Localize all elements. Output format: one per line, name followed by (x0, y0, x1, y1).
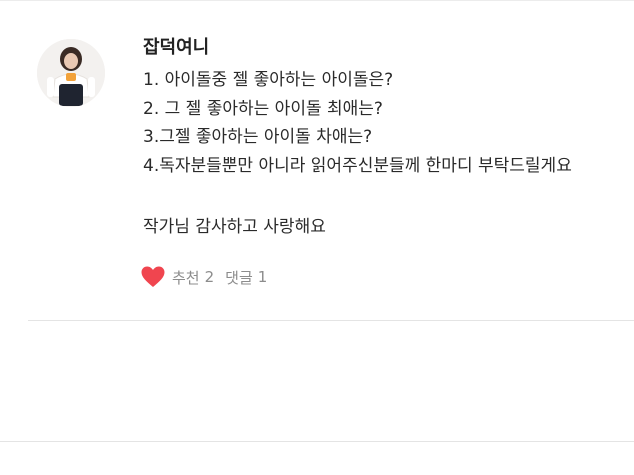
reply-label[interactable]: 댓글 (225, 267, 253, 288)
comment-line-4: 4.독자분들뿐만 아니라 읽어주신분들께 한마디 부탁드릴게요 (143, 155, 572, 176)
profile-photo-icon (37, 39, 105, 107)
comment-item: 잡덕여니 1. 아이돌중 젤 좋아하는 아이돌은? 2. 그 젤 좋아하는 아이… (0, 0, 634, 321)
comment-body: 1. 아이돌중 젤 좋아하는 아이돌은? 2. 그 젤 좋아하는 아이돌 최애는… (143, 66, 629, 242)
like-count: 2 (204, 268, 215, 286)
comment-closing-line: 작가님 감사하고 사랑해요 (143, 217, 326, 237)
comment-page: 잡덕여니 1. 아이돌중 젤 좋아하는 아이돌은? 2. 그 젤 좋아하는 아이… (0, 0, 634, 475)
reply-count: 1 (257, 268, 268, 286)
avatar[interactable] (37, 39, 105, 107)
comment-divider (28, 320, 634, 321)
bottom-divider (0, 441, 634, 442)
comment-paragraph-gap (143, 180, 629, 213)
comment-actions: 추천 2 댓글 1 (141, 263, 267, 291)
comment-line-3: 3.그젤 좋아하는 아이돌 차애는? (143, 127, 373, 147)
comment-line-2: 2. 그 젤 좋아하는 아이돌 최애는? (143, 98, 383, 119)
comment-username[interactable]: 잡덕여니 (143, 33, 209, 59)
comment-line-1: 1. 아이돌중 젤 좋아하는 아이돌은? (143, 70, 394, 90)
like-label[interactable]: 추천 (172, 267, 200, 288)
heart-icon[interactable] (141, 266, 165, 288)
